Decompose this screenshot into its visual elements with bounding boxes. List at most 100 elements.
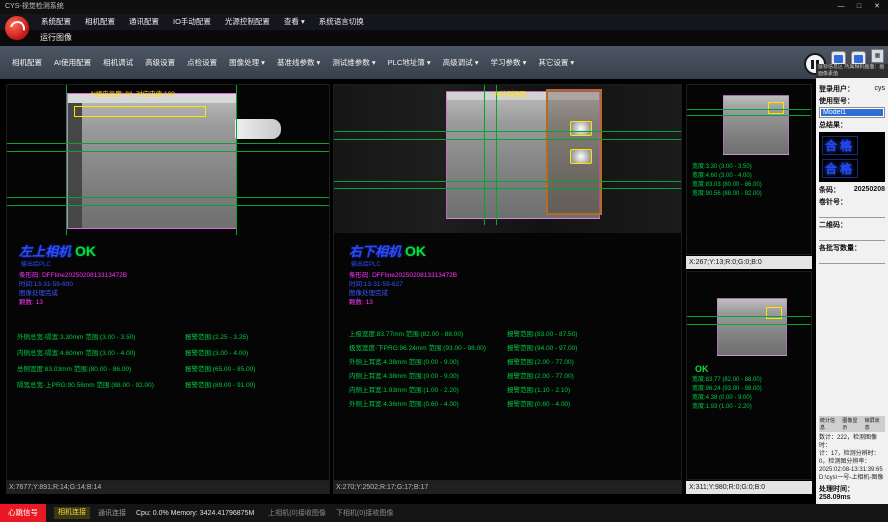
menu-item[interactable]: 相机配置	[78, 14, 122, 30]
right-sidebar: 鼠标信息区 所属相机画面：画面像素值 登录用户： cys 使用型号： Model…	[816, 64, 888, 504]
close-button[interactable]: ✕	[868, 0, 886, 14]
measurement-row: 外侧上耳宽:4.36mm 范围:(0.60 - 4.00) 报警范围:(0.60…	[349, 398, 677, 412]
menu-item[interactable]: 光源控制配置	[218, 14, 277, 30]
toolbar-item[interactable]: 测试维参数 ▾	[326, 57, 381, 68]
total-result-label: 总结果：	[819, 120, 885, 130]
model-selected-option[interactable]: Model1	[821, 109, 883, 116]
camera-name: 右下相机	[349, 244, 401, 259]
overlay-annotation: AI检测画面	[494, 88, 526, 98]
toolbar-item[interactable]: 其它设置 ▾	[532, 57, 580, 68]
batch-count-label: 各批写数量：	[819, 243, 885, 253]
toolbar-item[interactable]: 基准线参数 ▾	[271, 57, 326, 68]
measure-guide-line	[484, 85, 485, 225]
alarm-range: 报警范围:(94.00 - 97.00)	[507, 342, 677, 356]
toolbar-item[interactable]: PLC地址簿 ▾	[382, 57, 437, 68]
tab-row: 运行图像	[0, 30, 888, 46]
reel-number-input[interactable]	[819, 208, 885, 218]
output-note: 输出给PLC	[351, 259, 381, 268]
grid-layout-icon[interactable]: ▦	[871, 49, 884, 63]
model-selector[interactable]: Model1	[819, 107, 885, 118]
measure-guide-line	[7, 197, 329, 198]
alarm-range: 报警范围:(0.60 - 4.00)	[507, 398, 677, 412]
measurement-line: 宽度:96.24 (93.00 - 98.00)	[692, 385, 762, 394]
mouse-info-strip: 鼠标信息区 所属相机画面：画面像素值	[816, 64, 888, 78]
measurement-line: 宽度:4.60 (3.00 - 4.00)	[692, 172, 762, 181]
measurement-value: 上极宽度:83.77mm 范围:(82.00 - 88.00)	[349, 328, 507, 342]
measure-guide-line	[334, 188, 681, 189]
measurement-row: 内侧上耳宽:4.38mm 范围:(0.00 - 9.00) 报警范围:(2.00…	[349, 370, 677, 384]
measurement-line: 宽度:1.93 (1.00 - 2.20)	[692, 403, 762, 412]
barcode-value: 20250208	[854, 186, 885, 193]
thumbnail-view-1[interactable]: 宽度:3.30 (3.00 - 3.50)宽度:4.60 (3.00 - 4.0…	[686, 84, 812, 255]
camera-result-headline: 左上相机 OK	[19, 241, 96, 260]
alarm-range: 报警范围:(83.00 - 87.50)	[507, 328, 677, 342]
measure-guide-line	[687, 109, 811, 110]
qr-code-input[interactable]	[819, 231, 885, 241]
heartbeat-indicator[interactable]: 心跳信号	[0, 504, 46, 522]
app-logo-icon	[5, 16, 29, 40]
measurement-line: 宽度:3.30 (3.00 - 3.50)	[692, 163, 762, 172]
camera-view-upper[interactable]: N组内高度: 93, 对应内值:100 左上相机OK 输出给PLC 条形码: D…	[6, 84, 330, 481]
measurement-line: 宽度:83.03 (80.00 - 86.00)	[692, 181, 762, 190]
overlay-annotation: N组内高度: 93, 对应内值:100	[91, 88, 175, 98]
maximize-button[interactable]: □	[850, 0, 868, 14]
measurement-line: 宽度:4.38 (0.00 - 9.00)	[692, 394, 762, 403]
measurement-value: 隔宽总宽-上PRG:90.56mm 范围:(88.00 - 92.00)	[17, 379, 185, 395]
menu-item[interactable]: 查看 ▾	[277, 14, 312, 30]
measurement-row: 极宽宽度-下PRG:96.24mm 范围:(93.00 - 98.00) 报警范…	[349, 342, 677, 356]
thumbnail-measurements: 宽度:3.30 (3.00 - 3.50)宽度:4.60 (3.00 - 4.0…	[692, 163, 762, 199]
result-ok-text: OK	[695, 364, 709, 374]
measurement-value: 内侧总宽-隔宽:4.60mm 范围:(3.00 - 4.00)	[17, 347, 185, 363]
toolbar-item[interactable]: 相机配置	[6, 57, 48, 68]
status-bar: 心跳信号 相机连接 通讯连接 Cpu: 0.0% Memory: 3424.41…	[0, 504, 888, 522]
measurement-value: 外侧上耳宽:4.36mm 范围:(0.60 - 4.00)	[349, 398, 507, 412]
measurement-line: 宽度:83.77 (82.00 - 88.00)	[692, 376, 762, 385]
camera-result-headline: 右下相机OK	[349, 241, 426, 260]
camera-name: 左上相机	[19, 244, 71, 259]
batch-count-input[interactable]	[819, 254, 885, 264]
count-line: 颗数: 13	[349, 296, 373, 306]
measurement-line: 宽度:90.56 (88.00 - 92.00)	[692, 190, 762, 199]
alarm-range: 报警范围:(2.00 - 77.00)	[507, 356, 677, 370]
toolbar-item[interactable]: 点检设置	[181, 57, 223, 68]
cpu-memory-readout: Cpu: 0.0% Memory: 3424.41796875M	[136, 510, 254, 517]
inspected-part-image	[717, 298, 787, 356]
window-controls: — □ ✕	[832, 0, 886, 14]
toolbar-item[interactable]: 相机调试	[97, 57, 139, 68]
panel-spacer	[819, 264, 885, 412]
toolbar-item[interactable]: 高级调试 ▾	[437, 57, 485, 68]
measure-guide-line	[236, 85, 237, 235]
menu-item[interactable]: 通讯配置	[122, 14, 166, 30]
tab-run-image[interactable]: 运行图像	[34, 30, 78, 46]
toolbar-item[interactable]: AI使用配置	[48, 57, 97, 68]
measure-guide-line	[334, 181, 681, 182]
toolbar: 相机配置AI使用配置相机调试高级设置点检设置图像处理 ▾基准线参数 ▾测试维参数…	[0, 46, 888, 79]
measurement-value: 内侧上耳宽:1.93mm 范围:(1.00 - 2.20)	[349, 384, 507, 398]
measurement-row: 隔宽总宽-上PRG:90.56mm 范围:(88.00 - 92.00) 报警范…	[17, 379, 325, 395]
inspected-part-image	[723, 95, 789, 155]
result-ok-text: OK	[75, 243, 96, 259]
camera-view-lower[interactable]: AI检测画面 右下相机OK 输出给PLC 条形码: DFFline2025020…	[333, 84, 682, 481]
menu-item[interactable]: IO手动配置	[166, 14, 218, 30]
menu-item[interactable]: 系统配置	[34, 14, 78, 30]
stat-line: D:\cys\一号-上相机-图像	[819, 474, 885, 482]
stats-header-item: 图像显示	[842, 417, 861, 431]
thumbnail-measurements: 宽度:83.77 (82.00 - 88.00)宽度:96.24 (93.00 …	[692, 376, 762, 412]
reel-number-label: 卷针号：	[819, 197, 885, 207]
toolbar-item[interactable]: 图像处理 ▾	[223, 57, 271, 68]
measure-guide-line	[687, 324, 811, 325]
menu-item[interactable]: 系统语言切换	[312, 14, 371, 30]
measurement-row: 内侧总宽-隔宽:4.60mm 范围:(3.00 - 4.00) 报警范围:(3.…	[17, 347, 325, 363]
cursor-coords-thumb-2: X:311;Y:980;R:0;G:0;B:0	[686, 481, 812, 494]
minimize-button[interactable]: —	[832, 0, 850, 14]
toolbar-item[interactable]: 学习参数 ▾	[484, 57, 532, 68]
measure-guide-line	[7, 205, 329, 206]
measure-guide-line	[687, 115, 811, 116]
roi-box	[768, 102, 784, 114]
measurement-value: 极宽宽度-下PRG:96.24mm 范围:(93.00 - 98.00)	[349, 342, 507, 356]
thumbnail-view-2[interactable]: OK 宽度:83.77 (82.00 - 88.00)宽度:96.24 (93.…	[686, 271, 812, 480]
measure-guide-line	[496, 85, 497, 225]
toolbar-item[interactable]: 高级设置	[139, 57, 181, 68]
result-line: 合格	[822, 136, 858, 155]
roi-box	[766, 307, 782, 319]
